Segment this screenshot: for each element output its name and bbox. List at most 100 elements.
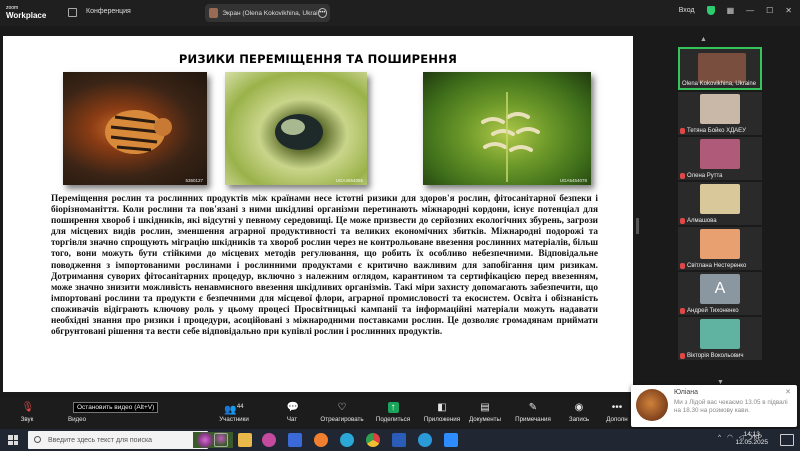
muted-mic-icon: [680, 263, 685, 269]
avatar: A: [700, 274, 740, 304]
chat-button[interactable]: 💬 Чат: [265, 400, 319, 423]
react-button[interactable]: ♡ Отреагировать: [315, 400, 369, 423]
video-thumbnail: [700, 319, 740, 349]
more-icon: •••: [611, 402, 623, 413]
participant-tile[interactable]: Алмашова: [678, 182, 762, 225]
participant-name: Андрей Тихоненко: [687, 308, 739, 314]
shield-icon[interactable]: [706, 6, 715, 15]
participant-name: Olena Kokovikhina, Ukraine: [682, 81, 757, 87]
chevron-up-icon[interactable]: ^: [718, 434, 721, 441]
screen-share-indicator[interactable]: Экран (Olena Kokovikhina, Ukrai •••: [205, 4, 330, 22]
start-icon[interactable]: [8, 435, 18, 445]
chat-label: Чат: [286, 416, 298, 423]
firefox-icon[interactable]: [314, 433, 328, 447]
react-label: Отреагировать: [320, 416, 364, 423]
participants-button[interactable]: 👥44 Участники: [207, 400, 261, 423]
share-icon: ↑: [387, 402, 399, 413]
participant-name: Олена Рутта: [687, 173, 723, 179]
share-label: Поделиться: [375, 416, 411, 423]
beetle-photo: 5360127: [63, 72, 207, 185]
video-thumbnail: [700, 139, 740, 169]
app-icon[interactable]: [288, 433, 302, 447]
notes-icon: ✎: [528, 402, 538, 413]
muted-mic-icon: [680, 353, 685, 359]
grid-view-icon[interactable]: ▦: [727, 6, 735, 15]
grid-icon[interactable]: [68, 8, 77, 17]
avatar: [636, 389, 668, 421]
photo-caption: UGA4554065: [335, 178, 363, 183]
apps-label: Приложения: [423, 416, 461, 423]
participant-tile[interactable]: Olena Kokovikhina, Ukraine: [678, 47, 762, 90]
video-tooltip: Остановить видео (Alt+V): [73, 402, 159, 413]
participant-tile[interactable]: Олена Рутта: [678, 137, 762, 180]
record-icon: ◉: [574, 402, 584, 413]
record-label: Запись: [568, 416, 590, 423]
apps-icon: ◧: [437, 402, 447, 413]
participants-label: Участники: [219, 416, 249, 423]
video-label: Видео: [67, 416, 87, 423]
windows-taskbar: Введите здесь текст для поиска ^ ◠ ◁ УКР…: [0, 429, 800, 451]
notification-center-icon[interactable]: [780, 434, 794, 446]
clock-time: 14:13: [743, 431, 760, 438]
edge-icon[interactable]: [340, 433, 354, 447]
muted-mic-icon: [680, 218, 685, 224]
clock-date: 12.05.2025: [735, 439, 768, 446]
mic-icon: 🎙: [21, 402, 35, 413]
participant-count: 44: [236, 404, 244, 410]
app-icon[interactable]: [262, 433, 276, 447]
zoom-icon[interactable]: [444, 433, 458, 447]
participant-name: Алмашова: [687, 218, 717, 224]
notification-sender: Юліана: [674, 389, 699, 396]
chat-notification[interactable]: Юліана Ми з Лідой вас чекаємо 13.05 в пі…: [631, 385, 797, 427]
close-icon[interactable]: ✕: [785, 388, 791, 396]
share-button[interactable]: ↑ Поделиться: [366, 400, 420, 423]
word-icon[interactable]: [392, 433, 406, 447]
avatar: [209, 8, 219, 18]
docs-label: Документы: [469, 416, 501, 423]
video-thumbnail: [698, 53, 746, 83]
participant-tile[interactable]: A Андрей Тихоненко: [678, 272, 762, 315]
audio-label: Звук: [20, 416, 34, 423]
zoom-topbar: zoom Workplace Конференция Экран (Olena …: [0, 0, 800, 26]
chat-icon: 💬: [286, 402, 299, 413]
screen-label: Экран (Olena Kokovikhina, Ukrai: [222, 9, 318, 17]
participants-icon: 👥44: [224, 404, 244, 416]
docs-button[interactable]: ▤ Документы: [458, 400, 512, 423]
chevron-up-icon[interactable]: ▲: [700, 36, 707, 43]
taskbar-search[interactable]: Введите здесь текст для поиска: [28, 431, 233, 449]
notes-label: Примечания: [515, 416, 551, 423]
logo-line2: Workplace: [6, 11, 47, 20]
telegram-icon[interactable]: [418, 433, 432, 447]
close-icon[interactable]: ✕: [785, 6, 792, 15]
participant-tile[interactable]: Вікторія Вокольович: [678, 317, 762, 360]
video-thumbnail: [700, 229, 740, 259]
photo-caption: UGA5454078: [559, 178, 587, 183]
notification-message: Ми з Лідой вас чекаємо 13.05 в підвалі н…: [674, 399, 788, 414]
participant-name: Тетяна Бойко ХДАЕУ: [687, 128, 746, 134]
search-placeholder: Введите здесь текст для поиска: [48, 436, 153, 444]
muted-mic-icon: [680, 128, 685, 134]
task-view-icon[interactable]: [214, 433, 228, 447]
network-icon[interactable]: ◠: [727, 433, 733, 441]
muted-mic-icon: [680, 173, 685, 179]
minimize-icon[interactable]: —: [746, 6, 754, 15]
larva-photo: UGA4554065: [225, 72, 367, 185]
search-icon: [34, 436, 41, 443]
participant-tile[interactable]: Тетяна Бойко ХДАЕУ: [678, 92, 762, 135]
chrome-icon[interactable]: [366, 433, 380, 447]
conference-label[interactable]: Конференция: [86, 8, 131, 15]
video-thumbnail: [700, 94, 740, 124]
taskbar-clock[interactable]: 14:13 12.05.2025: [735, 431, 768, 447]
video-thumbnail: [700, 184, 740, 214]
zoom-logo: zoom Workplace: [6, 4, 46, 20]
signin-link[interactable]: Вход: [679, 7, 695, 14]
heart-icon: ♡: [337, 402, 347, 413]
participant-tile[interactable]: Світлана Нестеренко: [678, 227, 762, 270]
audio-button[interactable]: 🎙 Звук: [0, 400, 54, 423]
split-handle[interactable]: [636, 218, 639, 234]
maximize-icon[interactable]: ☐: [766, 6, 773, 15]
caterpillars-photo: UGA5454078: [423, 72, 591, 185]
more-options-icon[interactable]: •••: [317, 8, 327, 18]
docs-icon: ▤: [480, 402, 490, 413]
file-explorer-icon[interactable]: [238, 433, 252, 447]
